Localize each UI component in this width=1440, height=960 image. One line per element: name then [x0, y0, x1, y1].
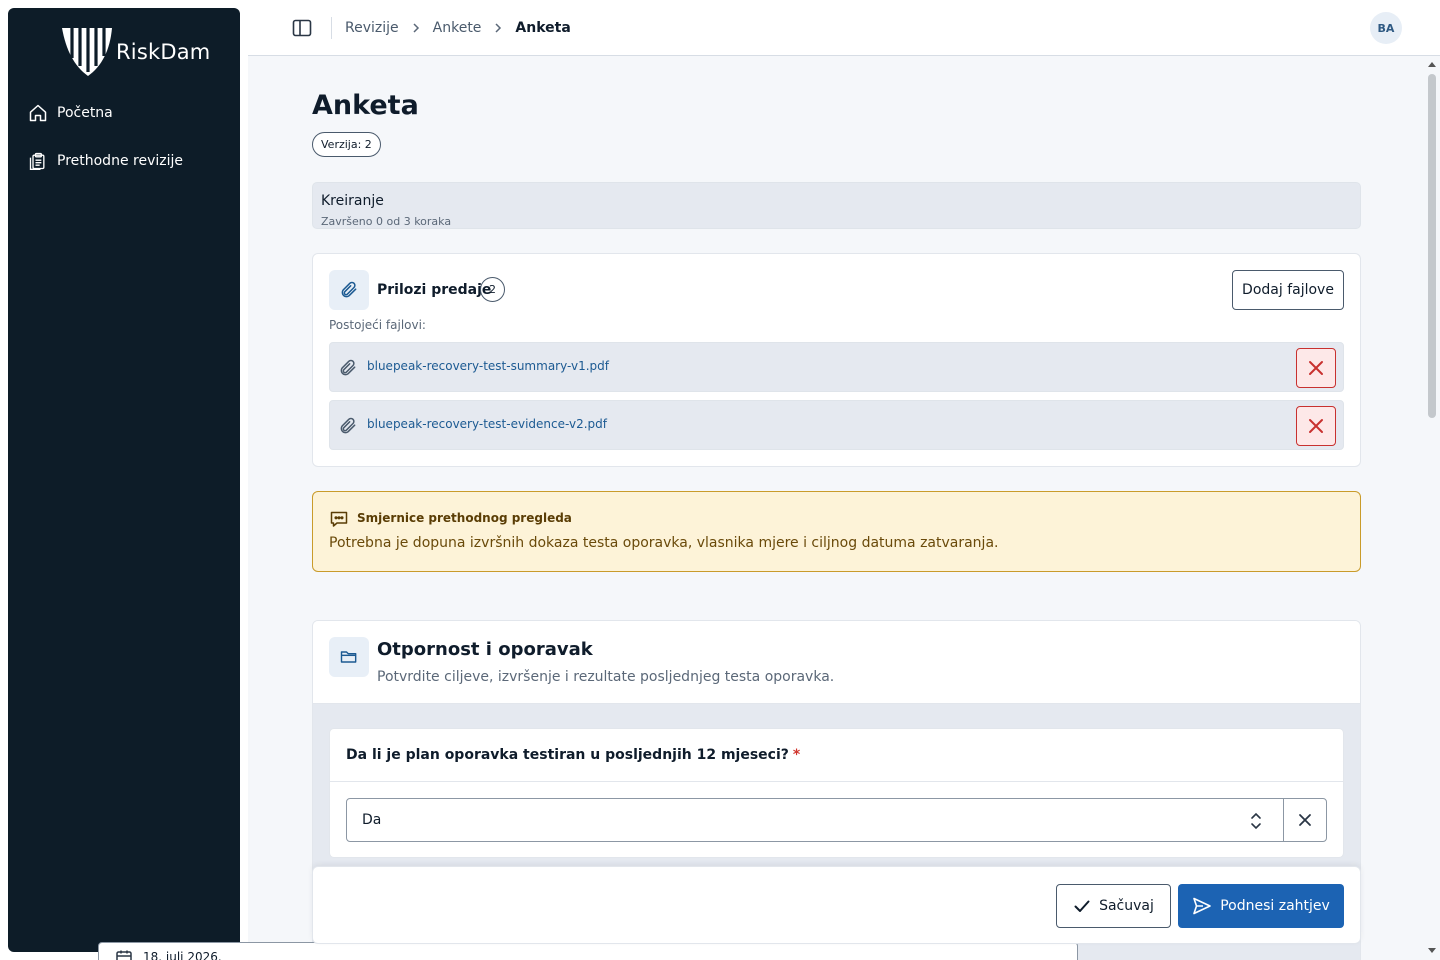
- save-button[interactable]: Sačuvaj: [1056, 884, 1171, 928]
- section-header: Otpornost i oporavak Potvrdite ciljeve, …: [313, 621, 1360, 704]
- check-icon: [1074, 900, 1090, 912]
- home-icon: [29, 104, 47, 122]
- sidebar: RiskDam Početna Prethodne revizije: [8, 8, 240, 952]
- scroll-up-arrow[interactable]: [1428, 62, 1436, 67]
- breadcrumb-item-current: Anketa: [515, 20, 571, 36]
- progress-subtitle: Završeno 0 od 3 koraka: [321, 215, 452, 228]
- message-icon: [330, 511, 348, 527]
- submit-button-label: Podnesi zahtjev: [1220, 898, 1330, 914]
- select-arrows-icon: [1251, 812, 1261, 830]
- action-bar: Sačuvaj Podnesi zahtjev: [312, 866, 1361, 944]
- review-guidance-alert: Smjernice prethodnog pregleda Potrebna j…: [312, 491, 1361, 572]
- attachments-card: Prilozi predaje 2 Dodaj fajlove Postojeć…: [312, 253, 1361, 467]
- chevron-right-icon: [495, 23, 502, 33]
- date-input[interactable]: 18. juli 2026.: [98, 942, 1078, 960]
- question-label: Da li je plan oporavka testiran u poslje…: [346, 747, 800, 763]
- close-icon: [1299, 814, 1311, 826]
- breadcrumb: Revizije Ankete Anketa: [345, 18, 571, 38]
- main-content: Anketa Verzija: 2 Kreiranje Završeno 0 o…: [248, 56, 1424, 960]
- top-header: Revizije Ankete Anketa BA: [248, 0, 1440, 56]
- question-card: Da li je plan oporavka testiran u poslje…: [329, 728, 1344, 858]
- sidebar-item-previous-audits[interactable]: Prethodne revizije: [28, 149, 183, 173]
- sidebar-item-label: Početna: [57, 105, 113, 121]
- paperclip-icon: [340, 359, 356, 376]
- attachments-icon-box: [329, 270, 369, 310]
- date-value: 18. juli 2026.: [143, 950, 222, 960]
- sidebar-item-label: Prethodne revizije: [57, 153, 183, 169]
- guidance-title: Smjernice prethodnog pregleda: [357, 511, 572, 525]
- section-title: Otpornost i oporavak: [377, 639, 593, 660]
- sidebar-item-home[interactable]: Početna: [28, 101, 113, 125]
- clipboard-icon: [29, 152, 45, 170]
- logo-icon: [62, 24, 112, 76]
- close-icon: [1309, 419, 1323, 433]
- existing-files-label: Postojeći fajlovi:: [329, 318, 426, 332]
- paperclip-icon: [340, 417, 356, 434]
- remove-file-button[interactable]: [1296, 348, 1336, 388]
- question-text: Da li je plan oporavka testiran u poslje…: [346, 747, 789, 763]
- chevron-right-icon: [413, 23, 419, 33]
- app-name: RiskDam: [116, 40, 211, 64]
- close-icon: [1309, 361, 1323, 375]
- folder-icon: [340, 651, 357, 663]
- scrollbar-thumb[interactable]: [1428, 74, 1436, 418]
- send-icon: [1193, 897, 1212, 915]
- guidance-text: Potrebna je dopuna izvršnih dokaza testa…: [329, 535, 999, 551]
- clear-answer-button[interactable]: [1283, 798, 1327, 842]
- file-row: bluepeak-recovery-test-summary-v1.pdf: [329, 342, 1344, 392]
- remove-file-button[interactable]: [1296, 406, 1336, 446]
- paperclip-icon: [341, 281, 357, 298]
- file-row: bluepeak-recovery-test-evidence-v2.pdf: [329, 400, 1344, 450]
- sidebar-toggle-icon[interactable]: [292, 18, 312, 38]
- version-badge: Verzija: 2: [312, 132, 381, 157]
- app-logo[interactable]: RiskDam: [58, 22, 210, 78]
- answer-select[interactable]: Da: [346, 798, 1284, 842]
- save-button-label: Sačuvaj: [1099, 898, 1154, 914]
- breadcrumb-item-surveys[interactable]: Ankete: [433, 20, 482, 36]
- header-divider: [331, 17, 332, 39]
- attachments-title: Prilozi predaje: [377, 282, 492, 298]
- calendar-icon: [116, 950, 132, 960]
- attachments-count-badge: 2: [480, 277, 505, 302]
- file-link[interactable]: bluepeak-recovery-test-evidence-v2.pdf: [367, 417, 607, 431]
- submit-button[interactable]: Podnesi zahtjev: [1178, 884, 1344, 928]
- file-link[interactable]: bluepeak-recovery-test-summary-v1.pdf: [367, 359, 609, 373]
- scroll-down-arrow[interactable]: [1428, 948, 1436, 953]
- answer-select-value: Da: [362, 812, 382, 828]
- user-avatar[interactable]: BA: [1370, 12, 1402, 44]
- required-marker: *: [792, 747, 801, 763]
- page-title: Anketa: [312, 90, 419, 121]
- progress-panel[interactable]: Kreiranje Završeno 0 od 3 koraka: [312, 182, 1361, 229]
- section-icon-box: [329, 637, 369, 677]
- breadcrumb-item-audits[interactable]: Revizije: [345, 20, 399, 36]
- add-files-button[interactable]: Dodaj fajlove: [1232, 270, 1344, 310]
- question-divider: [330, 781, 1343, 782]
- scrollbar[interactable]: [1424, 56, 1440, 960]
- progress-title: Kreiranje: [321, 193, 384, 209]
- section-subtitle: Potvrdite ciljeve, izvršenje i rezultate…: [377, 669, 835, 685]
